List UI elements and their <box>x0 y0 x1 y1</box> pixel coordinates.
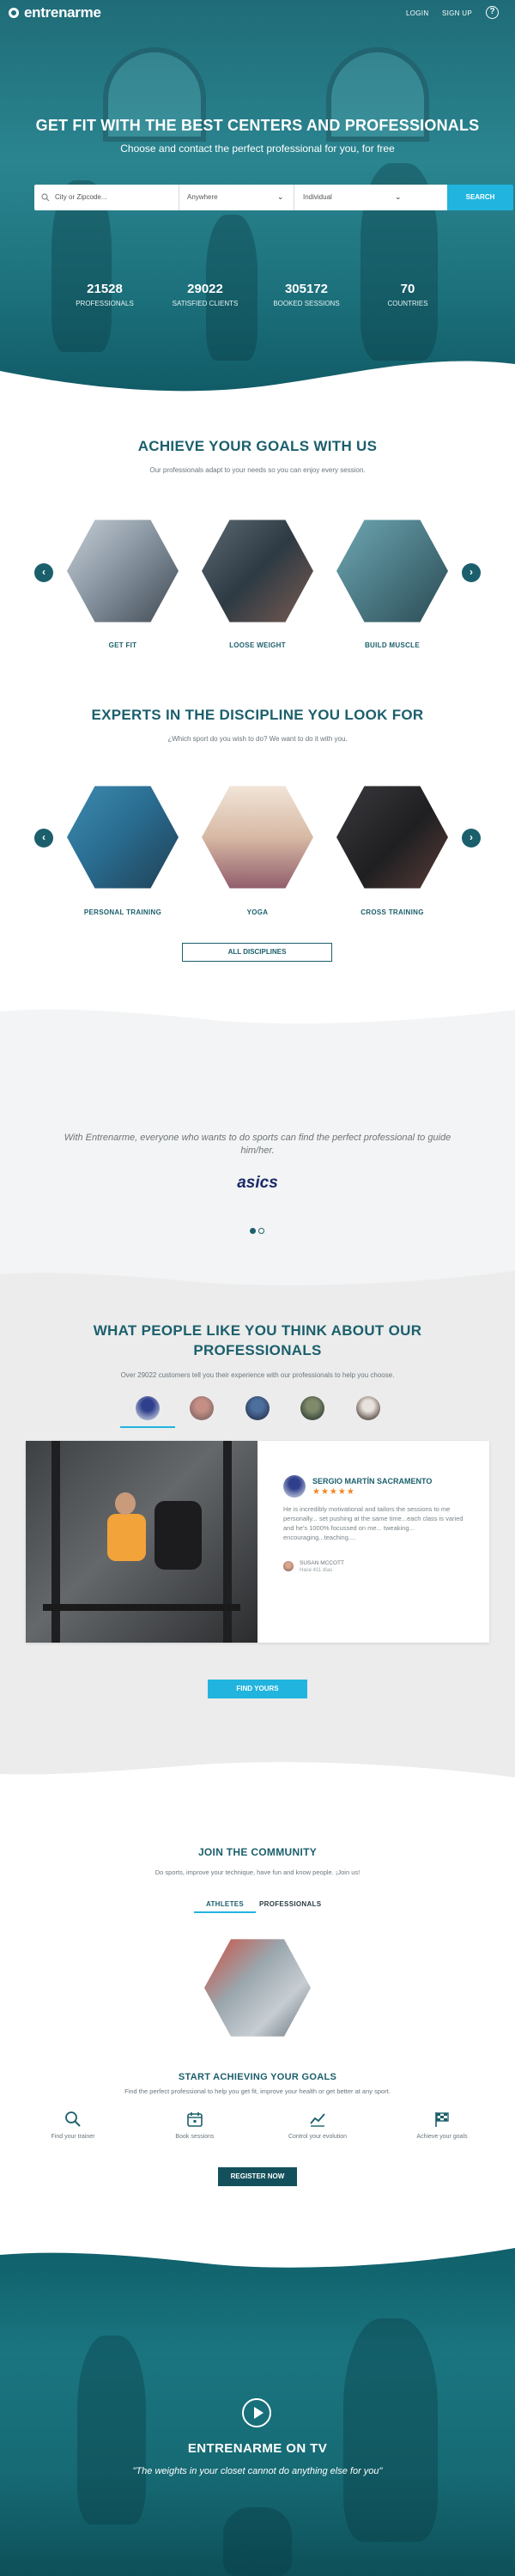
testimonials-subtitle: Over 29022 customers tell you their expe… <box>120 1371 395 1379</box>
section-wave <box>0 1262 515 1285</box>
trainer-avatar[interactable] <box>300 1396 324 1420</box>
stat-label: BOOKED SESSIONS <box>273 300 340 307</box>
feature-label: Control your evolution <box>288 2134 348 2140</box>
all-disciplines-button[interactable]: ALL DISCIPLINES <box>182 943 332 962</box>
active-avatar-indicator <box>120 1426 175 1428</box>
testimonials-title-line2: PROFESSIONALS <box>193 1342 322 1358</box>
feature-label: Achieve your goals <box>416 2134 468 2140</box>
signup-link[interactable]: SIGN UP <box>442 9 472 17</box>
tv-quote: "The weights in your closet cannot do an… <box>132 2466 383 2476</box>
goals-title: ACHIEVE YOUR GOALS WITH US <box>137 438 378 454</box>
review-text: He is incredibly motivational and tailor… <box>283 1505 464 1541</box>
tab-professionals[interactable]: PROFESSIONALS <box>259 1900 321 1908</box>
help-icon[interactable]: ? <box>486 6 499 19</box>
yoga-image[interactable] <box>202 786 313 889</box>
section-wave <box>0 998 515 1024</box>
logo-text[interactable]: entrenarme <box>24 4 101 21</box>
section-wave <box>0 1762 515 1788</box>
carousel-next-button[interactable]: › <box>462 829 481 848</box>
find-yours-button[interactable]: FIND YOURS <box>208 1680 307 1698</box>
chevron-down-icon: ⌄ <box>395 192 402 201</box>
trainer-avatar[interactable] <box>136 1396 160 1420</box>
search-icon <box>41 193 50 202</box>
play-icon[interactable] <box>242 2398 271 2427</box>
hero-subtitle: Choose and contact the perfect professio… <box>120 143 395 155</box>
trainer-avatar[interactable] <box>356 1396 380 1420</box>
register-now-button[interactable]: REGISTER NOW <box>218 2167 297 2186</box>
community-image <box>204 1939 311 2037</box>
carousel-dot-active[interactable] <box>250 1228 256 1234</box>
goal-label[interactable]: BUILD MUSCLE <box>336 641 448 649</box>
community-subtitle: Do sports, improve your technique, have … <box>154 1868 360 1876</box>
active-tab-indicator <box>194 1911 256 1913</box>
carousel-prev-button[interactable]: ‹ <box>34 563 53 582</box>
goal-label[interactable]: LOOSE WEIGHT <box>202 641 313 649</box>
stat-label: COUNTRIES <box>387 300 428 307</box>
lose-weight-image[interactable] <box>202 519 313 623</box>
community-title: JOIN THE COMMUNITY <box>197 1846 318 1858</box>
disciplines-subtitle: ¿Which sport do you wish to do? We want … <box>167 735 348 743</box>
carousel-prev-button[interactable]: ‹ <box>34 829 53 848</box>
location-input[interactable]: City or Zipcode... <box>55 185 175 210</box>
place-select[interactable]: Anywhere <box>187 185 290 210</box>
hero-wave <box>0 361 515 404</box>
chevron-down-icon: ⌄ <box>277 192 284 201</box>
feature-label: Find your trainer <box>51 2134 95 2140</box>
search-button[interactable]: SEARCH <box>447 185 513 210</box>
client-meta: Hace 411 días <box>300 1568 333 1573</box>
tab-athletes[interactable]: ATHLETES <box>206 1900 244 1908</box>
svg-text:asics: asics <box>237 1174 278 1192</box>
goal-label[interactable]: GET FIT <box>67 641 179 649</box>
cross-training-image[interactable] <box>336 786 448 889</box>
stat-value: 70 <box>400 282 415 296</box>
carousel-next-button[interactable]: › <box>462 563 481 582</box>
carousel-dot[interactable] <box>258 1228 264 1234</box>
search-icon <box>65 2111 81 2127</box>
discipline-label[interactable]: CROSS TRAINING <box>336 908 448 916</box>
tv-title: ENTRENARME ON TV <box>187 2441 328 2456</box>
cta-subtitle: Find the perfect professional to help yo… <box>124 2087 391 2095</box>
section-wave <box>0 2233 515 2268</box>
partner-quote: With Entrenarme, everyone who wants to d… <box>64 1133 451 1156</box>
goals-subtitle: Our professionals adapt to your needs so… <box>149 466 366 474</box>
calendar-icon <box>187 2112 203 2127</box>
disciplines-title: EXPERTS IN THE DISCIPLINE YOU LOOK FOR <box>91 707 424 723</box>
get-fit-image[interactable] <box>67 519 179 623</box>
stat-value: 29022 <box>187 282 223 296</box>
personal-training-image[interactable] <box>67 786 179 889</box>
testimonial-photo <box>26 1441 258 1643</box>
discipline-label[interactable]: PERSONAL TRAINING <box>67 908 179 916</box>
hero-title: GET FIT WITH THE BEST CENTERS AND PROFES… <box>35 117 480 134</box>
stat-value: 21528 <box>87 282 123 296</box>
cta-title: START ACHIEVING YOUR GOALS <box>178 2072 337 2082</box>
stat-label: SATISFIED CLIENTS <box>172 300 239 307</box>
stat-label: PROFESSIONALS <box>76 300 134 307</box>
logo-icon[interactable] <box>9 8 19 18</box>
client-name: SUSAN MCCOTT <box>300 1560 344 1566</box>
flag-icon <box>435 2112 449 2127</box>
trainer-name[interactable]: SERGIO MARTÍN SACRAMENTO <box>312 1477 432 1485</box>
search-bar: City or Zipcode... Anywhere ⌄ Individual… <box>34 185 513 210</box>
feature-label: Book sessions <box>175 2134 215 2140</box>
type-select[interactable]: Individual <box>303 185 406 210</box>
login-link[interactable]: LOGIN <box>406 9 428 17</box>
trainer-photo <box>283 1475 306 1498</box>
client-avatar <box>283 1561 294 1571</box>
trainer-avatar[interactable] <box>245 1396 270 1420</box>
trainer-avatar[interactable] <box>190 1396 214 1420</box>
rating-stars: ★★★★★ <box>312 1487 355 1497</box>
stat-value: 305172 <box>284 282 329 296</box>
asics-logo: asics <box>225 1171 290 1194</box>
discipline-label[interactable]: YOGA <box>202 908 313 916</box>
chart-icon <box>310 2113 325 2127</box>
testimonials-title-line1: WHAT PEOPLE LIKE YOU THINK ABOUT OUR <box>93 1322 422 1339</box>
build-muscle-image[interactable] <box>336 519 448 623</box>
